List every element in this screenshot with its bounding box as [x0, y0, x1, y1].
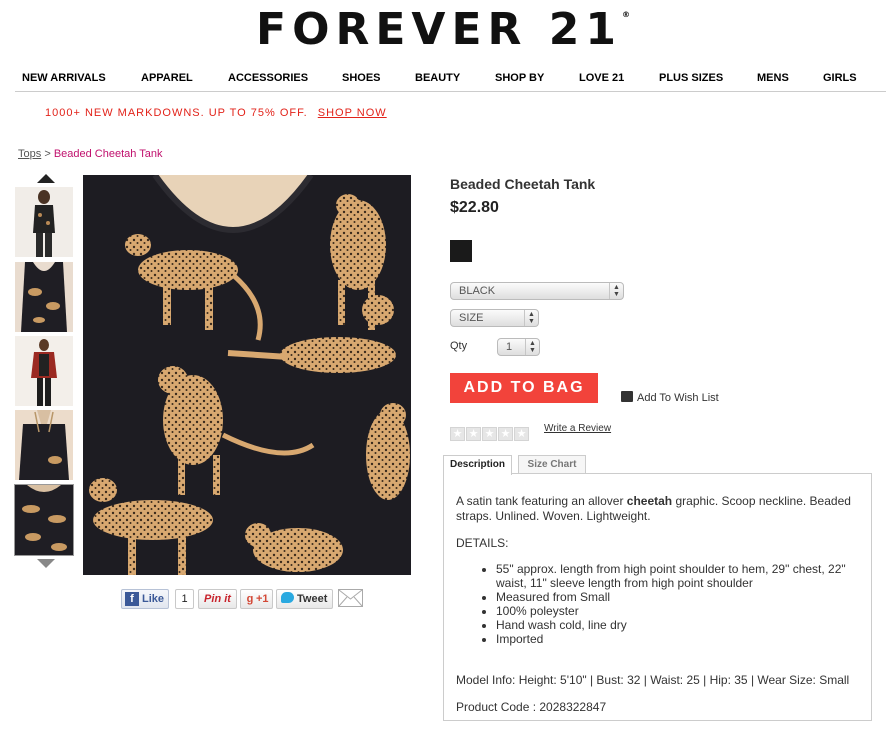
color-select[interactable]: BLACK ▲ ▼ [450, 282, 624, 300]
nav-mens[interactable]: MENS [757, 72, 789, 84]
description-intro: A satin tank featuring an allover cheeta… [456, 494, 859, 524]
nav-apparel[interactable]: APPAREL [141, 72, 193, 84]
pinterest-pin-button[interactable]: Pin it [198, 589, 237, 609]
thumbnail-scroll-down-icon[interactable] [37, 559, 55, 568]
details-item: 55" approx. length from high point shoul… [496, 562, 859, 590]
nav-love-21[interactable]: LOVE 21 [579, 72, 624, 84]
select-arrows-icon: ▲ ▼ [525, 339, 539, 355]
product-code: Product Code : 2028322847 [456, 700, 607, 714]
forever21-logo[interactable]: FOREVER 21® [0, 4, 886, 55]
registered-mark: ® [621, 10, 630, 19]
nav-girls[interactable]: GIRLS [823, 72, 857, 84]
write-review-link[interactable]: Write a Review [544, 423, 611, 434]
star-icon: ★ [450, 427, 465, 441]
thumbnail-styled-outfit[interactable] [15, 336, 73, 406]
details-item: Measured from Small [496, 590, 859, 604]
rating-stars: ★ ★ ★ ★ ★ [450, 424, 530, 442]
breadcrumb-separator: > [44, 148, 51, 160]
details-item: Imported [496, 632, 859, 646]
qty-select[interactable]: 1 ▲ ▼ [497, 338, 540, 356]
star-icon: ★ [466, 427, 481, 441]
shop-now-link[interactable]: SHOP NOW [318, 107, 387, 119]
facebook-icon: f [125, 592, 139, 606]
email-share-icon[interactable] [338, 589, 363, 607]
logo-text: FOREVER 21 [256, 4, 622, 55]
star-icon: ★ [482, 427, 497, 441]
promo-banner: 1000+ NEW MARKDOWNS. UP TO 75% OFF. SHOP… [45, 107, 387, 119]
plus-one-label: +1 [256, 593, 269, 605]
select-arrows-icon: ▲ ▼ [524, 310, 538, 326]
main-nav: NEW ARRIVALS APPAREL ACCESSORIES SHOES B… [15, 70, 886, 92]
intro-text-start: A satin tank featuring an allover [456, 494, 627, 508]
twitter-bird-icon [281, 592, 294, 603]
nav-new-arrivals[interactable]: NEW ARRIVALS [22, 72, 106, 84]
tweet-label: Tweet [297, 593, 328, 605]
breadcrumb-tops-link[interactable]: Tops [18, 148, 41, 160]
like-label: Like [142, 593, 165, 605]
product-price: $22.80 [450, 199, 499, 216]
promo-text: 1000+ NEW MARKDOWNS. UP TO 75% OFF. [45, 107, 308, 119]
add-to-wish-list-link[interactable]: Add To Wish List [621, 390, 719, 404]
thumbnail-closeup-front[interactable] [15, 262, 73, 332]
details-item: Hand wash cold, line dry [496, 618, 859, 632]
details-heading: DETAILS: [456, 536, 509, 550]
nav-shoes[interactable]: SHOES [342, 72, 381, 84]
color-swatch-black[interactable] [450, 240, 472, 262]
wish-list-label: Add To Wish List [637, 392, 719, 404]
product-main-image[interactable] [83, 175, 411, 575]
google-plus-button[interactable]: g +1 [240, 589, 273, 609]
model-info: Model Info: Height: 5'10" | Bust: 32 | W… [456, 673, 850, 687]
size-select[interactable]: SIZE ▲ ▼ [450, 309, 539, 327]
thumbnail-front-view[interactable] [15, 187, 73, 257]
nav-shop-by[interactable]: SHOP BY [495, 72, 544, 84]
color-select-value: BLACK [459, 285, 496, 297]
google-plus-icon: g [246, 593, 254, 605]
intro-text-bold: cheetah [626, 494, 673, 508]
product-title: Beaded Cheetah Tank [450, 176, 596, 192]
tab-description[interactable]: Description [443, 455, 512, 475]
facebook-like-button[interactable]: f Like [121, 589, 169, 609]
qty-label: Qty [450, 340, 468, 352]
add-to-bag-button[interactable]: ADD TO BAG [450, 373, 598, 403]
description-panel: A satin tank featuring an allover cheeta… [443, 473, 872, 721]
tab-size-chart[interactable]: Size Chart [518, 455, 586, 474]
details-list: 55" approx. length from high point shoul… [496, 562, 859, 646]
thumbnail-back-view[interactable] [15, 410, 73, 480]
thumbnail-scroll-up-icon[interactable] [37, 174, 55, 183]
gift-icon [621, 391, 633, 402]
qty-select-value: 1 [506, 341, 513, 353]
nav-beauty[interactable]: BEAUTY [415, 72, 460, 84]
size-select-value: SIZE [459, 312, 484, 324]
star-icon: ★ [498, 427, 513, 441]
like-count: 1 [175, 589, 194, 609]
breadcrumb-current: Beaded Cheetah Tank [53, 148, 163, 160]
star-icon: ★ [514, 427, 529, 441]
breadcrumb: Tops > Beaded Cheetah Tank [18, 148, 162, 160]
thumbnail-print-detail[interactable] [14, 484, 74, 556]
tweet-button[interactable]: Tweet [276, 589, 333, 609]
details-item: 100% poleyster [496, 604, 859, 618]
nav-plus-sizes[interactable]: PLUS SIZES [659, 72, 723, 84]
select-arrows-icon: ▲ ▼ [609, 283, 623, 299]
nav-accessories[interactable]: ACCESSORIES [228, 72, 308, 84]
